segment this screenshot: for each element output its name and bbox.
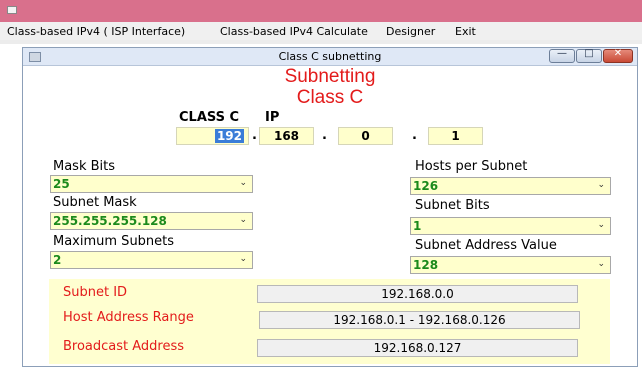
mask-bits-value: 25 <box>53 177 70 191</box>
host-range-output: 192.168.0.1 - 192.168.0.126 <box>259 311 580 329</box>
subnet-bits-value: 1 <box>413 219 422 233</box>
mask-bits-label: Mask Bits <box>53 159 116 174</box>
ip-octet-1-input[interactable]: 192 <box>176 127 249 145</box>
ip-octet-2-input[interactable]: 168 <box>259 127 314 145</box>
subnet-mask-value: 255.255.255.128 <box>53 214 167 228</box>
host-range-label: Host Address Range <box>63 310 194 325</box>
maximize-icon: □ <box>584 48 594 59</box>
mdi-top-strip <box>0 40 642 44</box>
max-subnets-select[interactable]: 2 ⌄ <box>50 251 253 269</box>
subnet-bits-select[interactable]: 1 ⌄ <box>410 217 611 235</box>
ip-label: IP <box>265 110 280 125</box>
menu-item-isp-interface[interactable]: Class-based IPv4 ( ISP Interface) <box>7 25 185 38</box>
heading-title: Subnetting <box>284 66 376 87</box>
max-subnets-label: Maximum Subnets <box>53 234 175 249</box>
class-label: CLASS C <box>179 110 240 125</box>
menu-item-exit[interactable]: Exit <box>455 25 476 38</box>
broadcast-address-label: Broadcast Address <box>63 339 185 354</box>
app-icon <box>7 6 17 14</box>
subnet-bits-label: Subnet Bits <box>415 198 490 213</box>
menu-item-calculate[interactable]: Class-based IPv4 Calculate <box>220 25 368 38</box>
ip-octet-3-input[interactable]: 0 <box>338 127 393 145</box>
window-title: Class C subnetting <box>278 50 382 63</box>
app-titlebar <box>0 0 642 22</box>
chevron-down-icon: ⌄ <box>597 220 605 230</box>
heading-subtitle: Class C <box>296 87 364 108</box>
hosts-per-subnet-label: Hosts per Subnet <box>415 159 528 174</box>
maximize-button[interactable]: □ <box>576 48 602 63</box>
chevron-down-icon: ⌄ <box>597 259 605 269</box>
ip-octet-1-value: 192 <box>214 129 244 143</box>
subnet-mask-select[interactable]: 255.255.255.128 ⌄ <box>50 212 253 230</box>
broadcast-address-output: 192.168.0.127 <box>257 339 578 357</box>
subnet-id-label: Subnet ID <box>63 285 128 300</box>
ip-separator-3: . <box>412 128 417 143</box>
close-button[interactable]: ✕ <box>603 48 633 63</box>
subnet-address-value: 128 <box>413 258 439 272</box>
menu-item-designer[interactable]: Designer <box>386 25 435 38</box>
chevron-down-icon: ⌄ <box>239 178 247 188</box>
ip-separator-2: . <box>322 128 327 143</box>
subnet-mask-label: Subnet Mask <box>53 195 137 210</box>
minimize-button[interactable]: — <box>549 48 575 63</box>
hosts-per-subnet-value: 126 <box>413 179 439 193</box>
close-icon: ✕ <box>613 48 623 59</box>
subnetting-window: Class C subnetting — □ ✕ Subnetting Clas… <box>22 47 638 367</box>
results-panel: Subnet ID 192.168.0.0 Host Address Range… <box>49 279 610 364</box>
max-subnets-value: 2 <box>53 253 62 267</box>
minimize-icon: — <box>557 48 567 59</box>
menu-bar: Class-based IPv4 ( ISP Interface) Class-… <box>0 22 642 40</box>
subnet-address-value-label: Subnet Address Value <box>415 238 557 253</box>
mask-bits-select[interactable]: 25 ⌄ <box>50 175 253 193</box>
subnet-id-output: 192.168.0.0 <box>257 285 578 303</box>
ip-separator-1: . <box>252 128 257 143</box>
chevron-down-icon: ⌄ <box>239 215 247 225</box>
subnet-address-value-select[interactable]: 128 ⌄ <box>410 256 611 274</box>
ip-octet-4-input[interactable]: 1 <box>428 127 483 145</box>
chevron-down-icon: ⌄ <box>597 180 605 190</box>
hosts-per-subnet-select[interactable]: 126 ⌄ <box>410 177 611 195</box>
chevron-down-icon: ⌄ <box>239 254 247 264</box>
window-titlebar[interactable]: Class C subnetting — □ ✕ <box>23 48 637 66</box>
